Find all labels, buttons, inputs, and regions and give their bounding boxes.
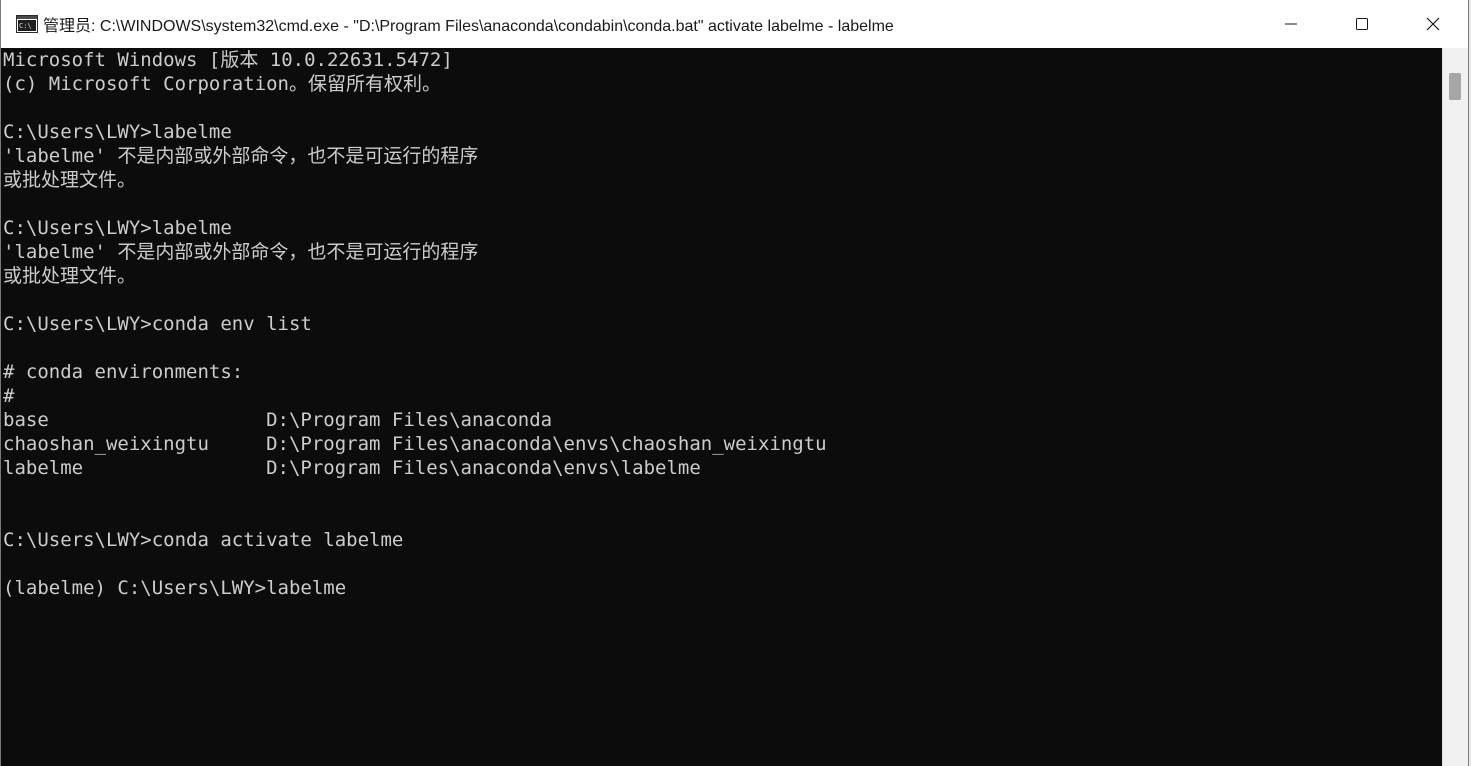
- console-line: 'labelme' 不是内部或外部命令，也不是可运行的程序: [3, 145, 479, 167]
- console-text: Microsoft Windows [版本 10.0.22631.5472] (c…: [1, 48, 1442, 600]
- console-line: chaoshan_weixingtu D:\Program Files\anac…: [3, 433, 827, 455]
- window-controls: [1255, 0, 1468, 48]
- console-output[interactable]: Microsoft Windows [版本 10.0.22631.5472] (c…: [1, 48, 1442, 766]
- scrollbar-thumb[interactable]: [1449, 73, 1461, 100]
- close-icon: [1426, 17, 1440, 31]
- console-line: C:\Users\LWY>conda activate labelme: [3, 529, 404, 551]
- minimize-button[interactable]: [1255, 0, 1326, 48]
- console-line: (c) Microsoft Corporation。保留所有权利。: [3, 73, 441, 95]
- console-line: 或批处理文件。: [3, 265, 137, 287]
- title-bar[interactable]: C:\ 管理员: C:\WINDOWS\system32\cmd.exe - "…: [1, 0, 1468, 48]
- console-line: C:\Users\LWY>labelme: [3, 121, 232, 143]
- console-line: 或批处理文件。: [3, 169, 137, 191]
- vertical-scrollbar[interactable]: [1442, 48, 1468, 766]
- console-line: 'labelme' 不是内部或外部命令，也不是可运行的程序: [3, 241, 479, 263]
- console-line: #: [3, 385, 15, 407]
- console-line: base D:\Program Files\anaconda: [3, 409, 553, 431]
- maximize-icon: [1355, 17, 1369, 31]
- console-line: C:\Users\LWY>labelme: [3, 217, 232, 239]
- console-line: # conda environments:: [3, 361, 244, 383]
- console-line: labelme D:\Program Files\anaconda\envs\l…: [3, 457, 701, 479]
- console-line: (labelme) C:\Users\LWY>labelme: [3, 577, 347, 599]
- console-line: Microsoft Windows [版本 10.0.22631.5472]: [3, 49, 453, 71]
- maximize-button[interactable]: [1326, 0, 1397, 48]
- svg-text:C:\: C:\: [19, 22, 32, 30]
- window-title: 管理员: C:\WINDOWS\system32\cmd.exe - "D:\P…: [43, 18, 894, 35]
- console-line: C:\Users\LWY>conda env list: [3, 313, 312, 335]
- minimize-icon: [1284, 17, 1298, 31]
- cmd-window: C:\ 管理员: C:\WINDOWS\system32\cmd.exe - "…: [0, 0, 1469, 766]
- close-button[interactable]: [1397, 0, 1468, 48]
- cmd-icon[interactable]: C:\: [16, 15, 38, 33]
